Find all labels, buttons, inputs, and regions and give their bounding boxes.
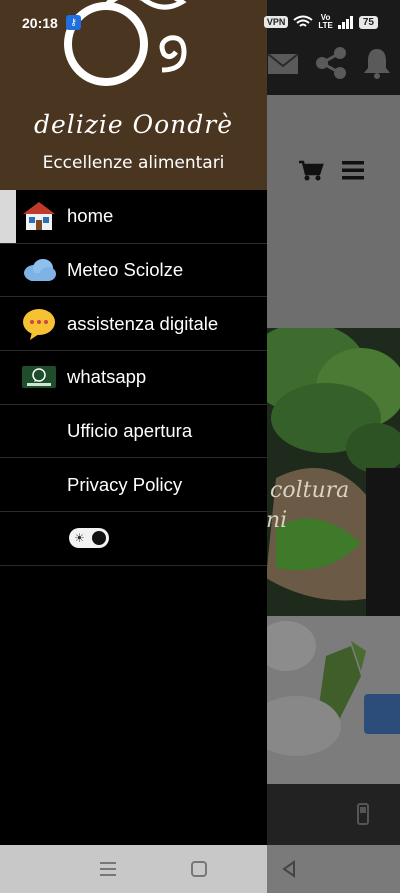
bell-icon[interactable] xyxy=(362,46,392,80)
produce-banner-image xyxy=(266,328,400,616)
scroll-arrow-button[interactable] xyxy=(364,694,400,734)
menu-item-label: home xyxy=(67,205,114,227)
banner-text-2: ni xyxy=(266,508,288,533)
banner-text-1: coltura xyxy=(270,478,350,503)
theme-toggle-switch[interactable]: ☀ xyxy=(69,528,109,549)
menu-item-privacy-policy[interactable]: Privacy Policy xyxy=(0,458,267,513)
mail-icon[interactable] xyxy=(266,48,300,78)
home-button-icon[interactable] xyxy=(188,858,210,880)
menu-item-label: Privacy Policy xyxy=(67,473,183,495)
menu-item-label: Ufficio apertura xyxy=(67,420,193,442)
share-icon[interactable] xyxy=(314,46,348,80)
status-time: 20:18 xyxy=(22,15,58,31)
app-bottom-bar xyxy=(266,784,400,845)
menu-item-label: Meteo Sciolze xyxy=(67,259,184,281)
house-icon xyxy=(22,199,56,233)
phone-icon[interactable] xyxy=(356,802,370,826)
brand-tagline: Eccellenze alimentari xyxy=(42,153,225,173)
status-bar: 20:18 ⚷ VPN Vo LTE 75 xyxy=(0,0,400,46)
menu-item-theme-toggle[interactable]: ☀ xyxy=(0,512,267,566)
wifi-icon xyxy=(293,15,313,27)
whatsapp-icon xyxy=(22,360,56,394)
drawer-menu: home Meteo Sciolze assistenza digitale w… xyxy=(0,190,267,566)
menu-item-meteo[interactable]: Meteo Sciolze xyxy=(0,244,267,298)
vpn-badge: VPN xyxy=(263,16,289,28)
cloud-icon xyxy=(22,253,56,287)
vpn-key-icon: ⚷ xyxy=(66,15,81,30)
cart-icon[interactable] xyxy=(298,160,324,182)
menu-item-assistenza[interactable]: assistenza digitale xyxy=(0,297,267,352)
menu-item-ufficio-apertura[interactable]: Ufficio apertura xyxy=(0,405,267,459)
back-button-icon[interactable] xyxy=(278,858,300,880)
signal-icon xyxy=(337,15,353,29)
toggle-knob xyxy=(92,531,106,546)
chat-bubble-icon xyxy=(22,307,56,341)
volte-indicator: Vo LTE xyxy=(318,13,333,30)
hamburger-menu-icon[interactable] xyxy=(342,160,364,180)
menu-item-whatsapp[interactable]: whatsapp xyxy=(0,351,267,405)
menu-item-label: whatsapp xyxy=(67,366,147,388)
navigation-drawer: delizie Oondrè Eccellenze alimentari hom… xyxy=(0,0,267,845)
battery-indicator: 75 xyxy=(358,15,378,29)
recent-apps-icon[interactable] xyxy=(97,858,119,880)
sun-icon: ☀ xyxy=(74,531,85,546)
menu-item-label: assistenza digitale xyxy=(67,312,219,334)
brand-name: delizie Oondrè xyxy=(33,110,234,139)
system-navigation-bar xyxy=(0,845,400,893)
menu-item-home[interactable]: home xyxy=(0,190,267,244)
